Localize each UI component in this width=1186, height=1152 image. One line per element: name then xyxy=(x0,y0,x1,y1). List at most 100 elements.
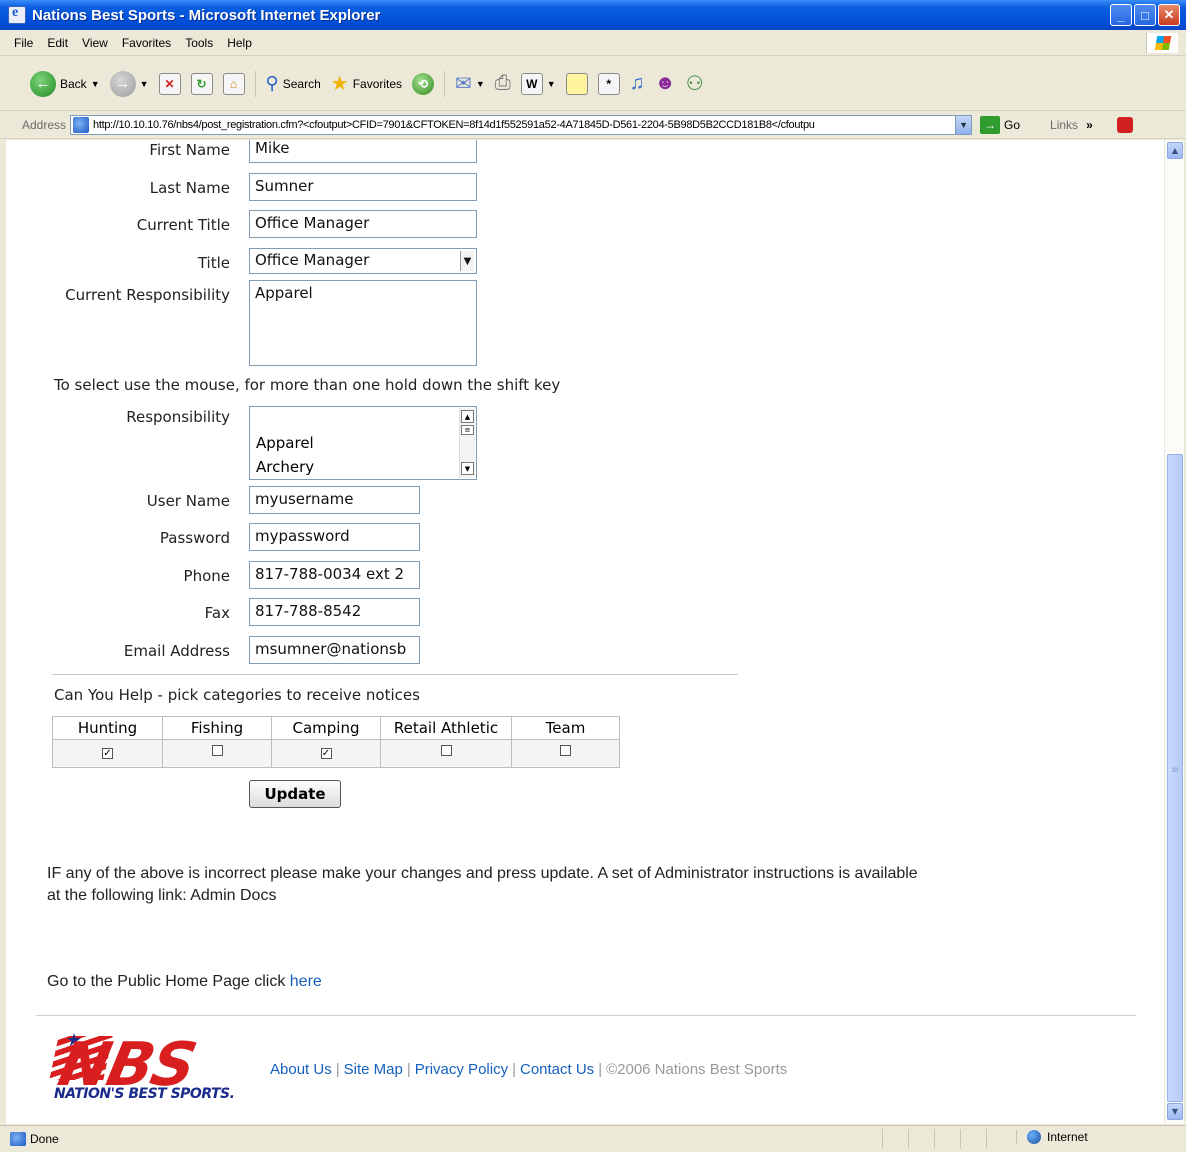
last-name-field[interactable]: Sumner xyxy=(249,173,477,201)
password-field[interactable]: mypassword xyxy=(249,523,420,551)
category-cell xyxy=(380,739,512,768)
footer-links: About Us | Site Map | Privacy Policy | Contact… xyxy=(270,1061,788,1078)
hunting-checkbox[interactable]: ✓ xyxy=(102,748,113,759)
page-icon xyxy=(10,1132,26,1146)
chevron-down-icon[interactable]: ▼ xyxy=(955,115,972,134)
word-icon: W xyxy=(520,72,543,95)
address-input[interactable]: http://10.10.10.76/nbs4/post_registratio… xyxy=(70,114,973,135)
fax-field[interactable]: 817-788-8542 xyxy=(249,598,420,626)
contact-us-link[interactable]: Contact Us xyxy=(520,1061,594,1078)
forward-arrow-icon: → xyxy=(109,70,136,97)
address-url[interactable]: http://10.10.10.76/nbs4/post_registratio… xyxy=(93,119,953,131)
phone-field[interactable]: 817-788-0034 ext 2 xyxy=(249,561,420,589)
search-icon: ⚲ xyxy=(265,73,279,93)
security-zone[interactable]: Internet xyxy=(1016,1130,1176,1144)
home-page-link[interactable]: here xyxy=(290,973,322,990)
category-header: Hunting xyxy=(52,716,163,740)
site-map-link[interactable]: Site Map xyxy=(344,1061,403,1078)
menu-bar: File Edit View Favorites Tools Help xyxy=(0,30,1186,56)
about-us-link[interactable]: About Us xyxy=(270,1061,332,1078)
current-responsibility-row: Current Responsibility Apparel xyxy=(6,280,506,376)
footer-divider xyxy=(36,1015,1136,1016)
history-button[interactable]: ⟲ xyxy=(412,72,435,95)
maximize-button[interactable]: □ xyxy=(1134,4,1156,26)
camping-checkbox[interactable]: ✓ xyxy=(320,748,332,759)
chevron-right-icon[interactable]: » xyxy=(1086,118,1093,132)
list-item[interactable]: Archery xyxy=(256,458,314,476)
print-button[interactable]: ⎙ xyxy=(495,72,511,95)
stop-icon: ✕ xyxy=(158,72,181,95)
scroll-thumb[interactable]: ≡ xyxy=(461,425,474,435)
messenger-button[interactable]: ☻ xyxy=(655,72,676,95)
nbs-logo[interactable]: ★ NBS NATION'S BEST SPORTS. xyxy=(49,1028,262,1110)
window-title: Nations Best Sports - Microsoft Internet… xyxy=(32,6,381,24)
responsibility-listbox[interactable]: Apparel Archery ▲ ≡ ▼ xyxy=(249,406,477,480)
forward-button[interactable]: → ▼ xyxy=(109,70,149,97)
title-label: Title xyxy=(197,254,230,272)
first-name-field[interactable]: Mike xyxy=(249,140,477,163)
chevron-down-icon[interactable]: ▼ xyxy=(91,79,100,89)
current-title-field[interactable]: Office Manager xyxy=(249,210,477,238)
username-field[interactable]: myusername xyxy=(249,486,420,514)
category-header: Team xyxy=(511,716,620,740)
close-button[interactable]: ✕ xyxy=(1158,4,1180,26)
mail-button[interactable]: ✉ ▼ xyxy=(455,71,485,96)
current-responsibility-textarea[interactable]: Apparel xyxy=(249,280,477,366)
window-controls: _ □ ✕ xyxy=(1110,4,1180,26)
menu-tools[interactable]: Tools xyxy=(185,36,213,50)
menu-favorites[interactable]: Favorites xyxy=(122,36,171,50)
listbox-scrollbar[interactable]: ▲ ≡ ▼ xyxy=(459,408,475,478)
password-label: Password xyxy=(159,529,230,547)
links-toolbar[interactable]: Links» xyxy=(1050,118,1093,132)
first-name-row: First Name Mike xyxy=(6,140,506,170)
star-icon: ★ xyxy=(330,73,349,95)
list-item[interactable]: Apparel xyxy=(256,434,314,452)
scroll-thumb[interactable] xyxy=(1167,454,1183,1102)
public-home-text: Go to the Public Home Page click here xyxy=(47,973,322,990)
research-button[interactable]: * xyxy=(597,72,620,95)
help-instructions: Can You Help - pick categories to receiv… xyxy=(54,686,420,704)
menu-help[interactable]: Help xyxy=(227,36,252,50)
favorites-button[interactable]: ★ Favorites xyxy=(331,71,402,96)
menu-view[interactable]: View xyxy=(82,36,108,50)
title-select[interactable]: Office Manager ▼ xyxy=(249,248,477,274)
back-button[interactable]: ← Back ▼ xyxy=(30,70,100,97)
search-button[interactable]: ⚲ Search xyxy=(266,73,321,94)
edit-button[interactable]: W ▼ xyxy=(520,72,556,95)
category-header: Fishing xyxy=(162,716,272,740)
acrobat-icon[interactable] xyxy=(1116,116,1133,133)
go-button[interactable]: → Go xyxy=(980,115,1020,134)
menu-file[interactable]: File xyxy=(14,36,33,50)
chevron-down-icon[interactable]: ▼ xyxy=(140,79,149,89)
category-cell: ✓ xyxy=(271,739,381,768)
home-icon: ⌂ xyxy=(222,72,245,95)
scroll-down-icon[interactable]: ▼ xyxy=(1167,1103,1183,1120)
scroll-down-icon[interactable]: ▼ xyxy=(461,462,474,475)
address-bar: Address http://10.10.10.76/nbs4/post_reg… xyxy=(0,111,1186,139)
chevron-down-icon[interactable]: ▼ xyxy=(476,79,485,89)
category-cell xyxy=(162,739,272,768)
media-button[interactable]: ♫ xyxy=(630,72,645,95)
home-button[interactable]: ⌂ xyxy=(222,72,245,95)
email-field[interactable]: msumner@nationsb xyxy=(249,636,420,664)
ie-icon xyxy=(8,5,26,24)
privacy-policy-link[interactable]: Privacy Policy xyxy=(415,1061,508,1078)
page-viewport: First Name Mike Last Name Sumner Current… xyxy=(6,140,1164,1124)
category-table: Hunting Fishing Camping Retail Athletic … xyxy=(52,716,620,768)
page-scrollbar[interactable]: ▲ ▼ xyxy=(1164,140,1184,1124)
menu-edit[interactable]: Edit xyxy=(47,36,68,50)
team-checkbox[interactable] xyxy=(560,745,571,756)
update-button[interactable]: Update xyxy=(249,780,341,808)
stop-button[interactable]: ✕ xyxy=(158,72,181,95)
scroll-up-icon[interactable]: ▲ xyxy=(1167,142,1183,159)
scroll-up-icon[interactable]: ▲ xyxy=(461,410,474,423)
discuss-button[interactable] xyxy=(565,72,588,95)
refresh-button[interactable]: ↻ xyxy=(190,72,213,95)
msn-button[interactable]: ⚇ xyxy=(686,71,704,96)
fishing-checkbox[interactable] xyxy=(211,745,223,756)
retail-athletic-checkbox[interactable] xyxy=(440,745,452,756)
update-instructions: IF any of the above is incorrect please … xyxy=(47,865,918,904)
logo-tagline: NATION'S BEST SPORTS. xyxy=(54,1086,235,1102)
chevron-down-icon[interactable]: ▼ xyxy=(547,79,556,89)
minimize-button[interactable]: _ xyxy=(1110,4,1132,26)
